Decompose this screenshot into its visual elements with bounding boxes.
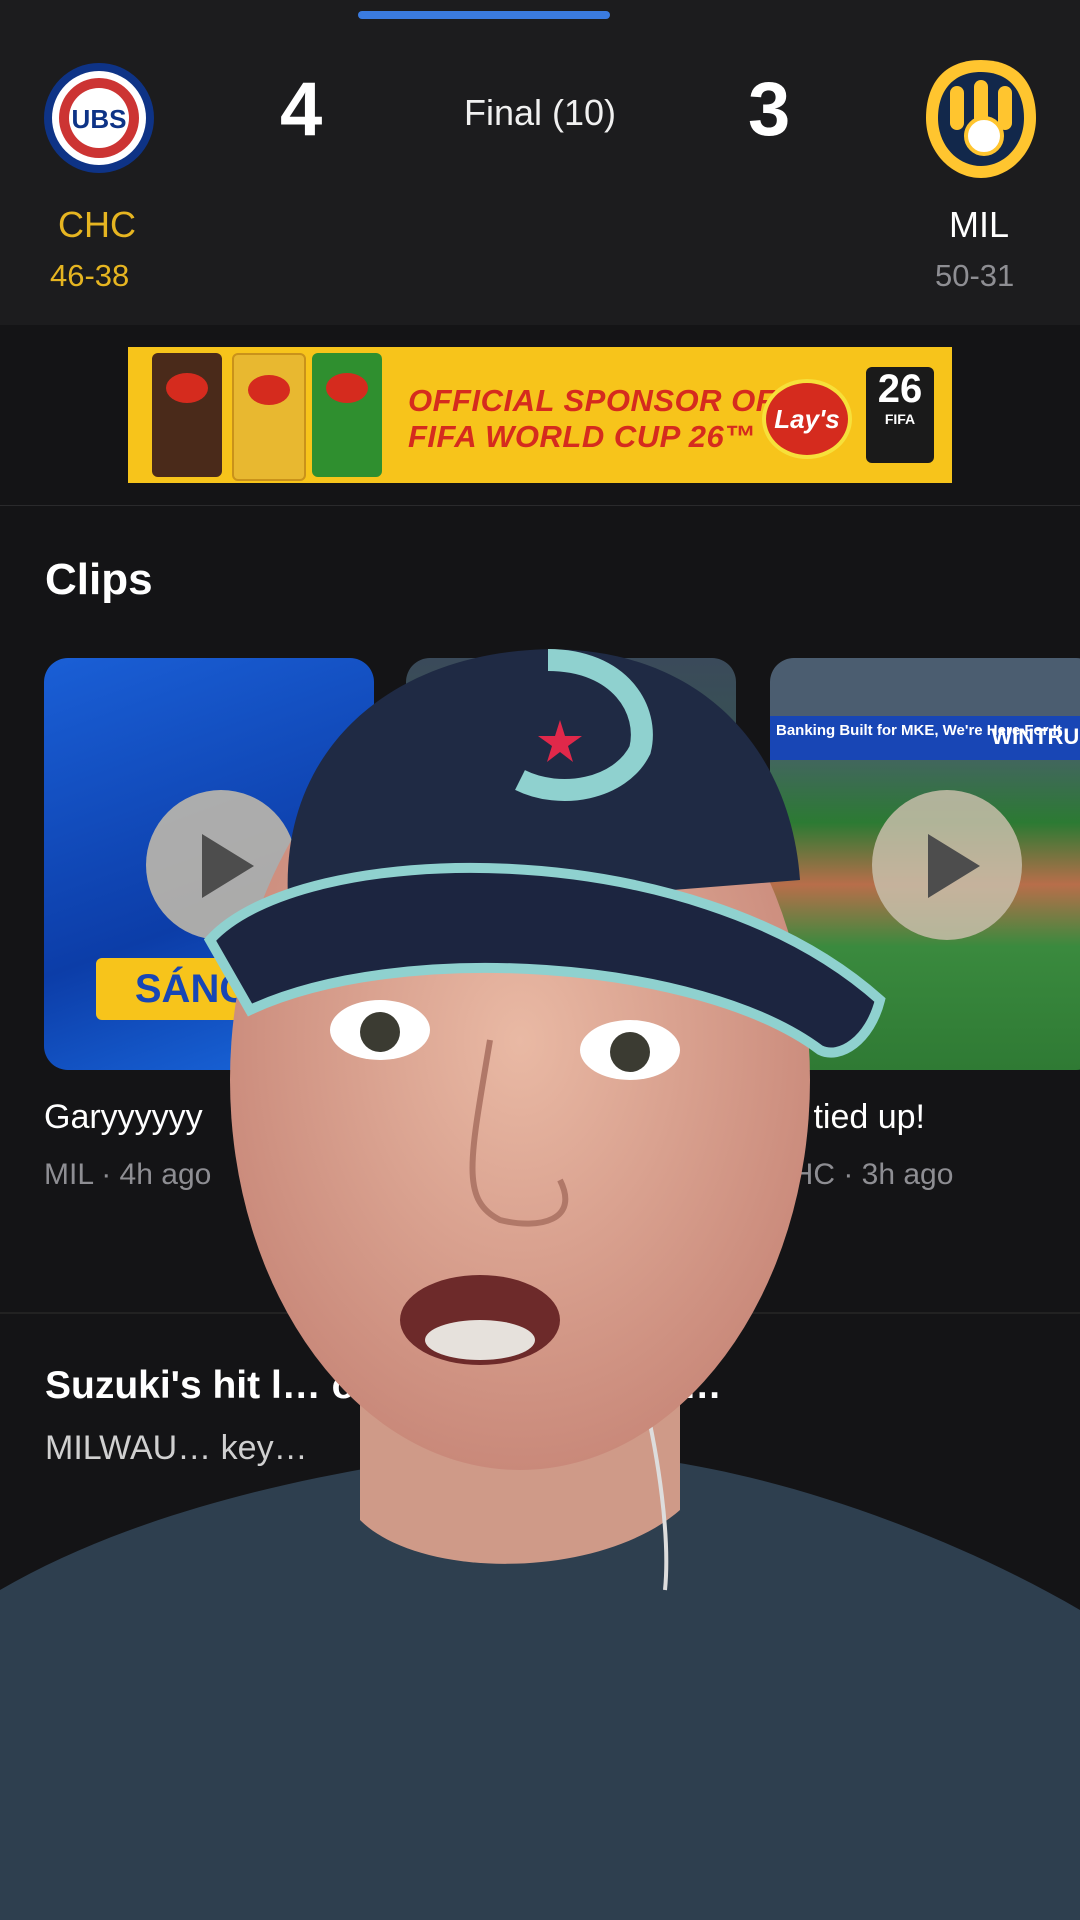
fifa-badge-number: 26 <box>877 367 923 411</box>
chip-bag-image <box>152 353 222 477</box>
away-team-record: 50-31 <box>935 258 1015 293</box>
cubs-logo-icon[interactable]: UBS <box>43 62 155 174</box>
top-bar <box>0 0 1080 22</box>
chip-bag-image <box>312 353 382 477</box>
clips-section-title: Clips <box>45 555 153 604</box>
webcam-overlay-icon <box>0 649 1080 1920</box>
brewers-logo-icon[interactable] <box>922 56 1040 182</box>
ad-text: OFFICIAL SPONSOR OF FIFA WORLD CUP 26™ <box>408 383 775 455</box>
chip-bag-image <box>232 353 306 481</box>
ad-text-line2: FIFA WORLD CUP 26™ <box>408 419 756 454</box>
ad-text-line1: OFFICIAL SPONSOR OF <box>408 383 776 418</box>
home-team-record: 46-38 <box>50 258 130 293</box>
drag-handle[interactable] <box>358 11 610 19</box>
sponsor-ad-banner[interactable]: OFFICIAL SPONSOR OF FIFA WORLD CUP 26™ L… <box>128 347 952 483</box>
game-status: Final (10) <box>463 92 617 133</box>
away-score: 3 <box>748 67 791 152</box>
scoreboard[interactable]: UBS 4 Final (10) 3 CHC 46-38 MIL 50-31 <box>0 22 1080 325</box>
lays-logo-icon: Lay's <box>762 379 852 459</box>
home-score: 4 <box>280 67 323 152</box>
ad-area: OFFICIAL SPONSOR OF FIFA WORLD CUP 26™ L… <box>0 325 1080 506</box>
home-team-abbr: CHC <box>58 204 136 245</box>
svg-text:UBS: UBS <box>72 104 127 134</box>
fifa-badge-icon: 26 FIFA <box>866 367 934 463</box>
fifa-badge-sub: FIFA <box>884 411 916 427</box>
away-team-abbr: MIL <box>949 204 1010 245</box>
